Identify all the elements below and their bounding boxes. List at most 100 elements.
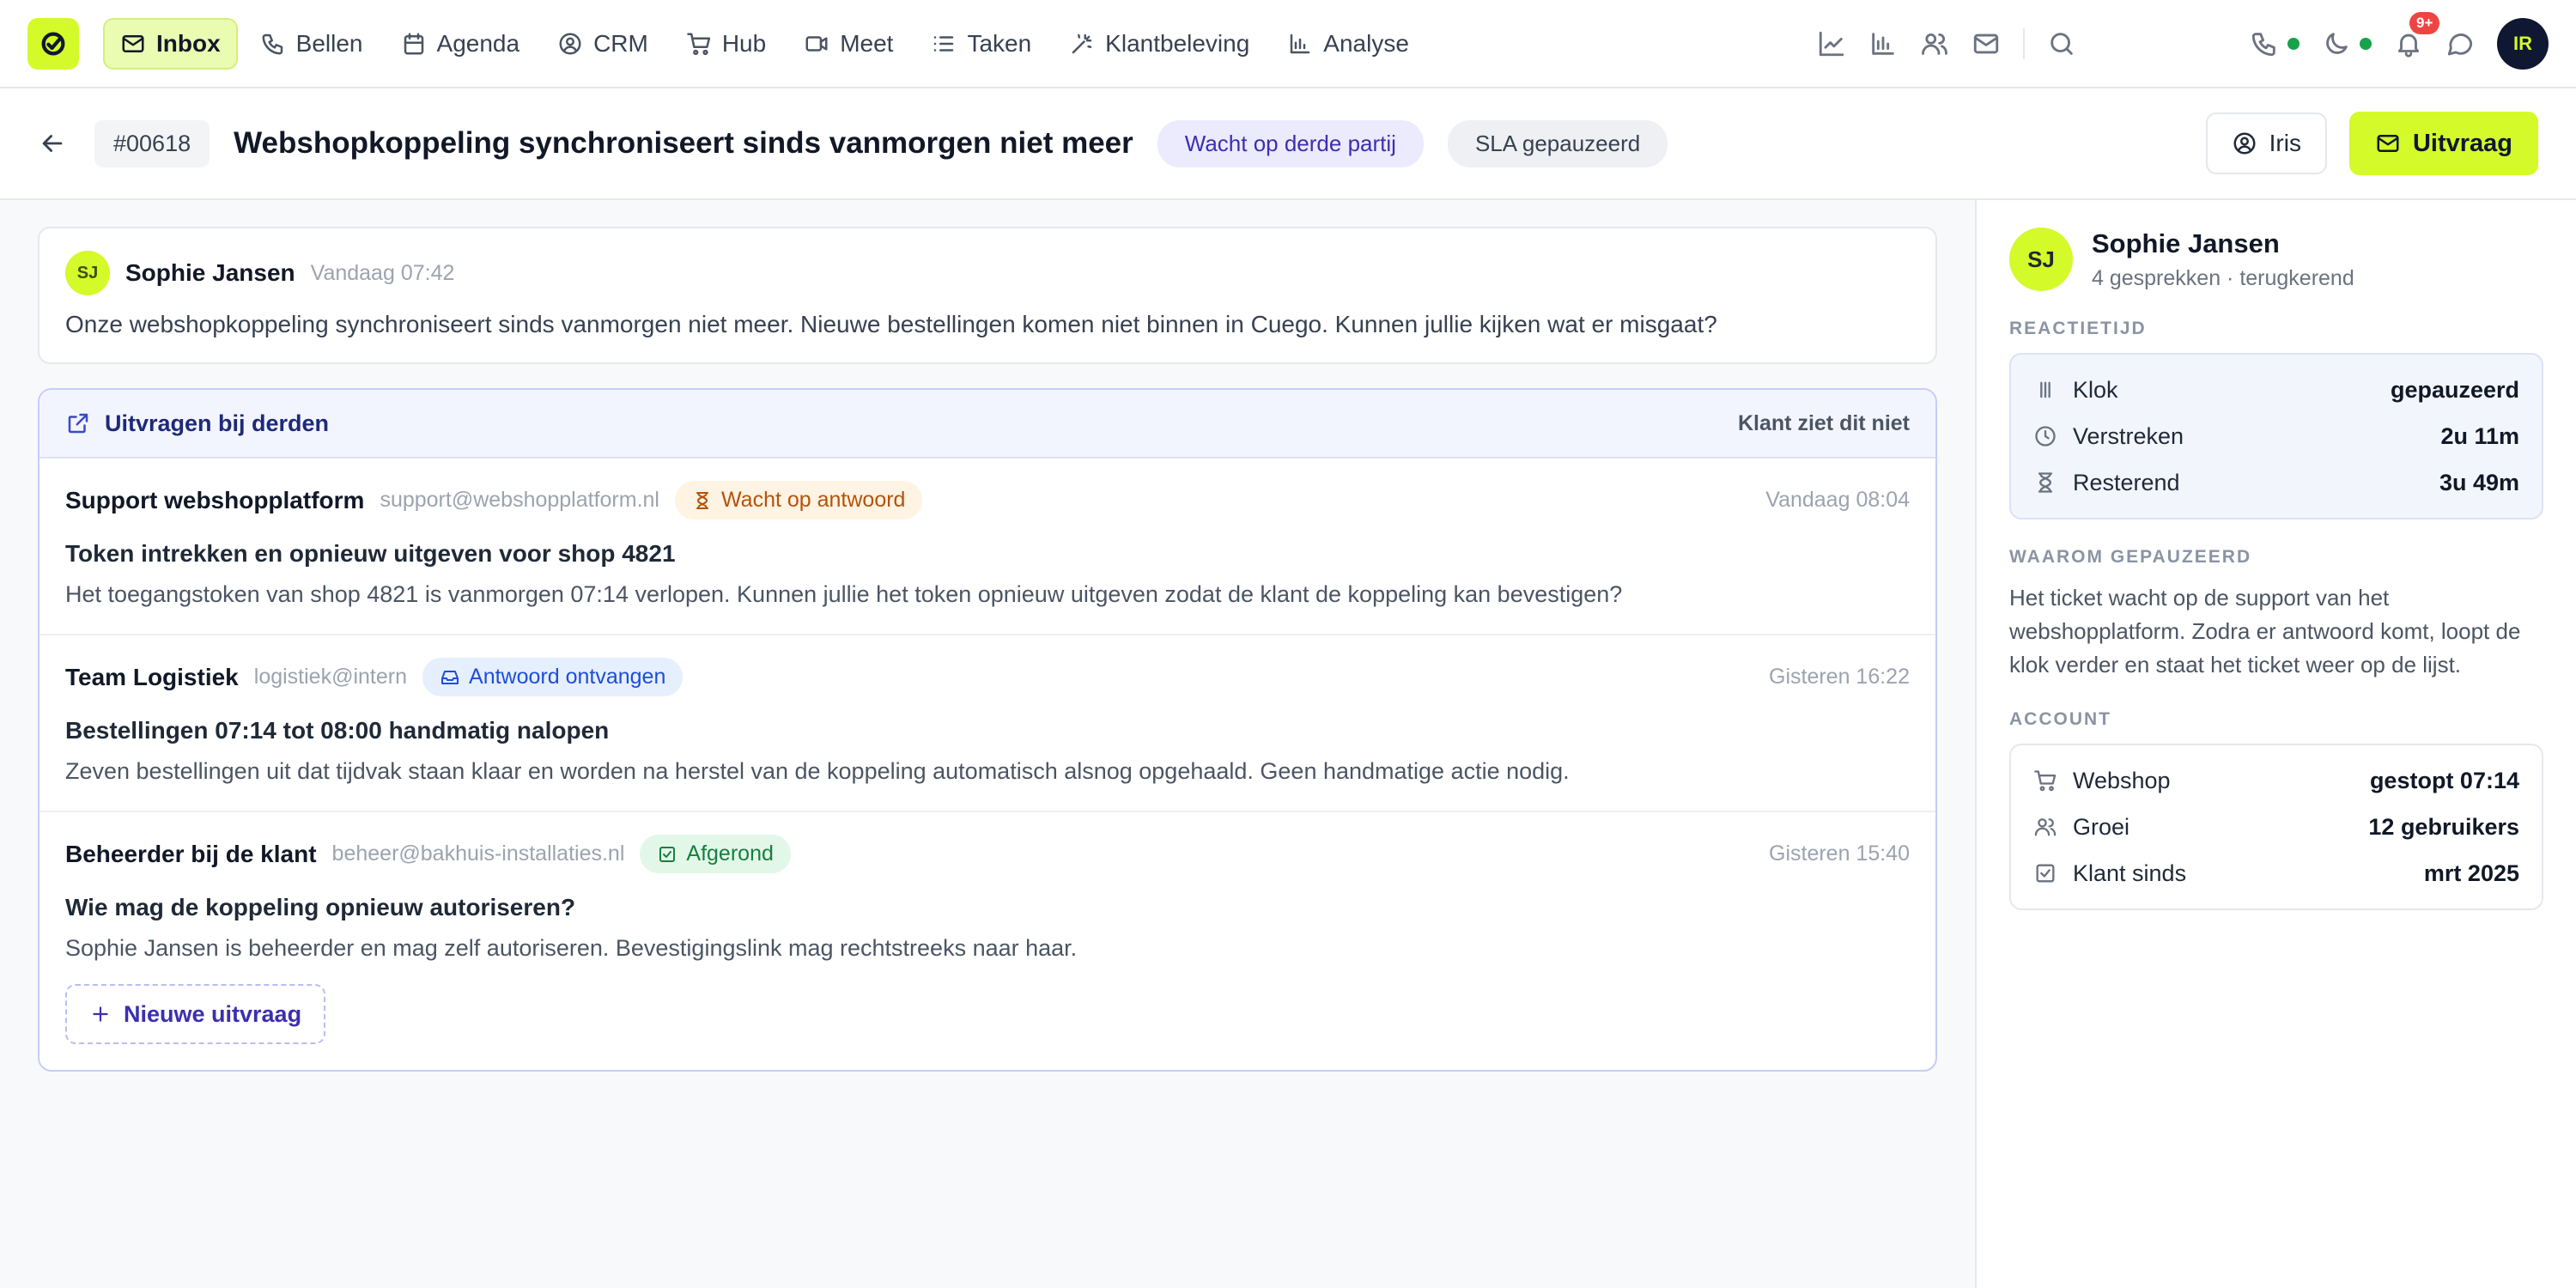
contact-icon (559, 33, 581, 54)
users-icon (2034, 818, 2057, 836)
customer-sidebar: SJ Sophie Jansen 4 gesprekken · terugker… (1975, 200, 2576, 1288)
arrow-left-icon (42, 135, 63, 152)
nav-item-agenda[interactable]: Agenda (386, 18, 536, 70)
search-icon[interactable] (2047, 29, 2076, 58)
account-row: Klant sinds mrt 2025 (2033, 850, 2519, 896)
uitvraag-button[interactable]: Uitvraag (2348, 112, 2538, 175)
nav-item-bellen[interactable]: Bellen (245, 18, 379, 70)
line-chart-icon[interactable] (1817, 29, 1846, 58)
hourglass-icon (2038, 472, 2053, 493)
customer-name[interactable]: Sophie Jansen (2092, 228, 2354, 259)
online-dot (2360, 37, 2372, 50)
nav-label: Bellen (295, 29, 363, 57)
nav-label: CRM (593, 29, 648, 57)
inquiry-item[interactable]: Support webshopplatform support@webshopp… (39, 459, 1935, 635)
user-circle-icon (2233, 132, 2256, 155)
nav-item-inbox[interactable]: Inbox (103, 17, 238, 70)
online-dot (2287, 37, 2300, 50)
bar-chart-icon (1291, 33, 1310, 53)
inquiry-recipient: Beheerder bij de klant (65, 840, 317, 867)
external-link-icon (68, 413, 88, 434)
app-logo[interactable] (27, 17, 79, 70)
row-value: gestopt 07:14 (2369, 767, 2519, 793)
row-value: 3u 49m (2439, 469, 2519, 495)
mail-icon[interactable] (1971, 29, 2001, 58)
phone-status[interactable] (2250, 29, 2300, 58)
account-row: Webshop gestopt 07:14 (2033, 757, 2519, 804)
inquiry-subject: Token intrekken en opnieuw uitgeven voor… (65, 540, 676, 567)
back-button[interactable] (38, 129, 67, 158)
inquiry-email: support@webshopplatform.nl (380, 488, 659, 512)
main-nav: Inbox Bellen Agenda CRM Hub Meet Taken K… (103, 17, 1425, 70)
inquiry-body: Zeven bestellingen uit dat tijdvak staan… (65, 758, 1570, 784)
ticket-id: #00618 (94, 119, 210, 167)
customer-meta: 4 gesprekken · terugkerend (2092, 265, 2354, 290)
row-label: Groei (2073, 813, 2130, 840)
message-author: Sophie Jansen (125, 259, 295, 286)
why-label: WAAROM GEPAUZEERD (2009, 547, 2252, 567)
mail-icon (2377, 135, 2399, 152)
cart-icon (687, 33, 710, 55)
user-avatar[interactable]: IR (2497, 17, 2549, 70)
inquiries-title: Uitvragen bij derden (105, 410, 330, 436)
theme-status[interactable] (2322, 29, 2372, 58)
calendar-icon (404, 33, 423, 54)
row-value: gepauzeerd (2390, 376, 2519, 403)
reaction-label: REACTIETIJD (2009, 319, 2147, 338)
inquiry-subject: Wie mag de koppeling opnieuw autoriseren… (65, 894, 576, 920)
status-label: Antwoord ontvangen (469, 665, 666, 689)
inquiry-item[interactable]: Beheerder bij de klant beheer@bakhuis-in… (39, 812, 1935, 984)
bar-chart-icon[interactable] (1868, 29, 1898, 58)
status-pill[interactable]: Wacht op derde partij (1157, 119, 1424, 167)
sla-pill[interactable]: SLA gepauzeerd (1447, 119, 1668, 167)
new-inquiry-label: Nieuwe uitvraag (124, 1000, 302, 1027)
status-label: Wacht op antwoord (721, 488, 906, 512)
notifications-button[interactable]: 9+ (2394, 11, 2440, 58)
message-time: Vandaag 07:42 (310, 260, 455, 285)
nav-item-meet[interactable]: Meet (788, 18, 908, 70)
avatar: SJ (2009, 228, 2073, 291)
divider (2023, 27, 2025, 59)
inquiry-item[interactable]: Team Logistiek logistiek@intern Antwoord… (39, 635, 1935, 812)
nav-item-analyse[interactable]: Analyse (1272, 18, 1425, 70)
nav-label: Analyse (1323, 29, 1409, 57)
customer-message: SJ Sophie Jansen Vandaag 07:42 Onze webs… (38, 227, 1937, 364)
check-square-icon (659, 846, 676, 862)
account-row: Groei 12 gebruikers (2033, 804, 2519, 850)
nav-label: Inbox (156, 29, 221, 57)
nav-item-taken[interactable]: Taken (915, 18, 1047, 70)
nav-item-hub[interactable]: Hub (671, 18, 781, 70)
assignee-name: Iris (2269, 130, 2301, 156)
nav-label: Meet (840, 29, 894, 57)
inquiry-body: Het toegangstoken van shop 4821 is vanmo… (65, 581, 1623, 607)
ticket-main: SJ Sophie Jansen Vandaag 07:42 Onze webs… (38, 227, 1937, 1072)
users-icon[interactable] (1920, 29, 1949, 58)
visibility-note: Klant ziet dit niet (1738, 410, 1910, 435)
status-badge: Afgerond (640, 835, 791, 873)
nav-label: Klantbeleving (1105, 29, 1250, 57)
list-icon (934, 35, 954, 52)
ticket-header: #00618 Webshopkoppeling synchroniseert s… (0, 88, 2576, 200)
account-label: ACCOUNT (2009, 709, 2111, 729)
nav-item-klantbeleving[interactable]: Klantbeleving (1054, 18, 1265, 70)
assignee-button[interactable]: Iris (2205, 112, 2327, 174)
reaction-box: Klok gepauzeerd Verstreken 2u 11m Rester… (2009, 353, 2543, 519)
row-value: 2u 11m (2440, 422, 2519, 449)
row-value: 12 gebruikers (2368, 813, 2519, 840)
cart-icon (2034, 770, 2057, 792)
new-inquiry-button[interactable]: Nieuwe uitvraag (65, 984, 326, 1044)
row-label: Verstreken (2073, 422, 2184, 449)
chat-icon[interactable] (2445, 29, 2475, 58)
video-icon (805, 35, 828, 52)
mail-icon (122, 34, 144, 52)
ticket-title: Webshopkoppeling synchroniseert sinds va… (234, 126, 1133, 160)
sparkle-icon (1072, 33, 1092, 53)
account-box: Webshop gestopt 07:14 Groei 12 gebruiker… (2009, 744, 2543, 910)
row-value: mrt 2025 (2423, 860, 2519, 886)
inquiry-email: logistiek@intern (253, 665, 408, 689)
uitvraag-label: Uitvraag (2412, 129, 2512, 157)
nav-label: Taken (967, 29, 1032, 57)
nav-item-crm[interactable]: CRM (542, 18, 664, 70)
inquiry-subject: Bestellingen 07:14 tot 08:00 handmatig n… (65, 717, 610, 744)
row-label: Resterend (2073, 469, 2180, 495)
